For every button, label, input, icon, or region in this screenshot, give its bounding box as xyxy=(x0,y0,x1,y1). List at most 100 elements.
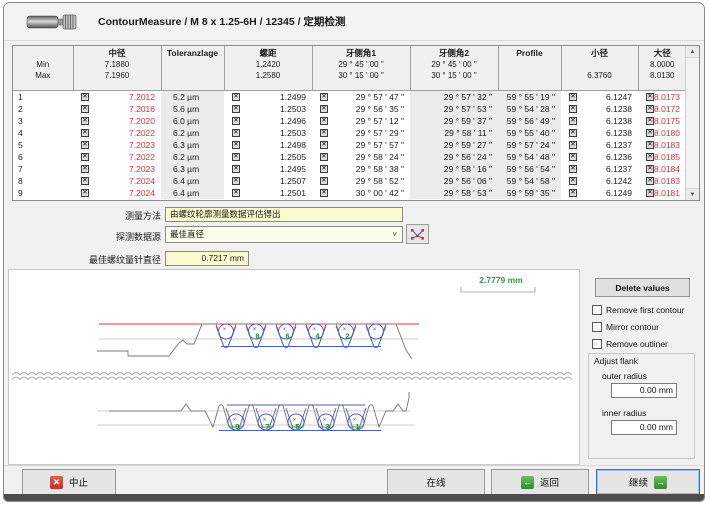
measured-checkbox-icon[interactable]: ✕ xyxy=(232,189,240,197)
scroll-up-icon[interactable]: ▲ xyxy=(686,46,699,58)
measurement-cell: ✕7.2012 xyxy=(73,90,161,103)
measurement-cell: ✕29 ° 57 ' 29 " xyxy=(312,127,410,139)
measurement-table-body: 1✕7.20125.2 µm✕1.2499✕29 ° 57 ' 47 "29 °… xyxy=(13,90,686,199)
measured-checkbox-icon[interactable]: ✕ xyxy=(569,165,577,173)
evaluation-points-button[interactable] xyxy=(406,224,429,244)
table-row[interactable]: 7✕7.20236.3 µm✕1.2495✕29 ° 58 ' 38 "29 °… xyxy=(13,163,686,175)
measured-checkbox-icon[interactable]: ✕ xyxy=(320,189,328,197)
measured-checkbox-icon[interactable]: ✕ xyxy=(646,177,654,185)
measurement-cell: 29 ° 56 ' 06 " xyxy=(410,175,498,187)
source-dropdown[interactable]: 最佳直径 ˅ xyxy=(165,226,403,243)
measured-checkbox-icon[interactable]: ✕ xyxy=(81,129,89,137)
measured-checkbox-icon[interactable]: ✕ xyxy=(81,153,89,161)
contour-plot-area[interactable]: 2.7779 mm ××8×6×4×2××9×7×5×3×1 xyxy=(8,269,580,465)
measured-checkbox-icon[interactable]: ✕ xyxy=(232,177,240,185)
measured-checkbox-icon[interactable]: ✕ xyxy=(232,153,240,161)
measurement-cell: ✕29 ° 58 ' 52 " xyxy=(312,175,410,187)
inner-radius-input[interactable]: 0.00 mm xyxy=(611,420,677,435)
remove-outliner-checkbox[interactable]: Remove outliner xyxy=(592,339,668,349)
row-number: 4 xyxy=(13,127,73,139)
measured-checkbox-icon[interactable]: ✕ xyxy=(646,129,654,137)
continue-button-label: 继续 xyxy=(629,475,648,489)
measurement-cell: ✕29 ° 58 ' 24 " xyxy=(312,151,410,163)
row-number: 1 xyxy=(13,90,73,103)
checkbox-icon[interactable] xyxy=(592,339,602,349)
table-scrollbar[interactable]: ▲ ▼ xyxy=(685,46,699,200)
thread-gauge-icon xyxy=(26,11,78,33)
measured-checkbox-icon[interactable]: ✕ xyxy=(569,141,577,149)
back-button[interactable]: ← 返回 xyxy=(491,469,589,495)
online-button[interactable]: 在线 xyxy=(387,469,485,495)
measured-checkbox-icon[interactable]: ✕ xyxy=(81,105,89,113)
table-row[interactable]: 9✕7.20246.4 µm✕1.2501✕30 ° 00 ' 42 "29 °… xyxy=(13,187,686,199)
measured-checkbox-icon[interactable]: ✕ xyxy=(81,177,89,185)
measured-checkbox-icon[interactable]: ✕ xyxy=(569,105,577,113)
checkbox-icon[interactable] xyxy=(592,305,602,315)
measured-checkbox-icon[interactable]: ✕ xyxy=(320,93,328,101)
measured-checkbox-icon[interactable]: ✕ xyxy=(646,141,654,149)
row-number: 8 xyxy=(13,175,73,187)
measured-checkbox-icon[interactable]: ✕ xyxy=(320,141,328,149)
measurement-cell: ✕7.2023 xyxy=(73,139,161,151)
mirror-contour-checkbox[interactable]: Mirror contour xyxy=(592,322,659,332)
table-row[interactable]: 4✕7.20226.2 µm✕1.2503✕29 ° 57 ' 29 "29 °… xyxy=(13,127,686,139)
measured-checkbox-icon[interactable]: ✕ xyxy=(320,177,328,185)
measured-checkbox-icon[interactable]: ✕ xyxy=(646,105,654,113)
column-header-pitch-diameter: 中径 7.1880 7.1960 xyxy=(73,46,161,90)
window-bottom-edge xyxy=(4,494,704,501)
measured-checkbox-icon[interactable]: ✕ xyxy=(320,165,328,173)
measurement-cell: ✕6.1247 xyxy=(561,90,638,103)
abort-button[interactable]: ✕ 中止 xyxy=(22,469,116,495)
measured-checkbox-icon[interactable]: ✕ xyxy=(81,141,89,149)
measured-checkbox-icon[interactable]: ✕ xyxy=(569,129,577,137)
measured-checkbox-icon[interactable]: ✕ xyxy=(646,153,654,161)
wire-diameter-field[interactable]: 0.7217 mm xyxy=(165,251,249,266)
measurement-cell: 29 ° 57 ' 53 " xyxy=(410,103,498,115)
measured-checkbox-icon[interactable]: ✕ xyxy=(569,153,577,161)
measured-checkbox-icon[interactable]: ✕ xyxy=(569,177,577,185)
measured-checkbox-icon[interactable]: ✕ xyxy=(320,153,328,161)
measured-checkbox-icon[interactable]: ✕ xyxy=(81,117,89,125)
measured-checkbox-icon[interactable]: ✕ xyxy=(646,189,654,197)
table-row[interactable]: 5✕7.20236.3 µm✕1.2498✕29 ° 57 ' 57 "29 °… xyxy=(13,139,686,151)
measured-checkbox-icon[interactable]: ✕ xyxy=(81,93,89,101)
measured-checkbox-icon[interactable]: ✕ xyxy=(81,189,89,197)
measured-checkbox-icon[interactable]: ✕ xyxy=(232,105,240,113)
scroll-down-icon[interactable]: ▼ xyxy=(686,188,699,200)
measured-checkbox-icon[interactable]: ✕ xyxy=(232,141,240,149)
method-field[interactable]: 由螺纹轮廓测量数据评估得出 xyxy=(165,207,403,222)
measured-checkbox-icon[interactable]: ✕ xyxy=(646,165,654,173)
measured-checkbox-icon[interactable]: ✕ xyxy=(569,117,577,125)
measured-checkbox-icon[interactable]: ✕ xyxy=(569,93,577,101)
measurement-cell: ✕6.1242 xyxy=(561,175,638,187)
remove-first-contour-checkbox[interactable]: Remove first contour xyxy=(592,305,684,315)
wave-separator-1 xyxy=(12,373,572,376)
measured-checkbox-icon[interactable]: ✕ xyxy=(232,93,240,101)
table-row[interactable]: 3✕7.20206.0 µm✕1.2496✕29 ° 57 ' 12 "29 °… xyxy=(13,115,686,127)
measured-checkbox-icon[interactable]: ✕ xyxy=(646,117,654,125)
measured-checkbox-icon[interactable]: ✕ xyxy=(232,129,240,137)
continue-button[interactable]: 继续 → xyxy=(596,469,700,495)
measured-checkbox-icon[interactable]: ✕ xyxy=(320,105,328,113)
measurement-cell: ✕29 ° 56 ' 35 " xyxy=(312,103,410,115)
outer-radius-input[interactable]: 0.00 mm xyxy=(611,383,677,398)
table-row[interactable]: 6✕7.20226.2 µm✕1.2505✕29 ° 58 ' 24 "29 °… xyxy=(13,151,686,163)
table-row[interactable]: 8✕7.20246.4 µm✕1.2507✕29 ° 58 ' 52 "29 °… xyxy=(13,175,686,187)
checkbox-icon[interactable] xyxy=(592,322,602,332)
table-header-row: Min Max 中径 7.1880 7.1960 Toleranzlage 螺距… xyxy=(13,46,686,90)
measurement-cell: 59 ° 54 ' 48 " xyxy=(498,151,561,163)
measured-checkbox-icon[interactable]: ✕ xyxy=(232,165,240,173)
measured-checkbox-icon[interactable]: ✕ xyxy=(320,129,328,137)
measurement-cell: ✕1.2507 xyxy=(224,175,312,187)
table-row[interactable]: 2✕7.20165.6 µm✕1.2503✕29 ° 56 ' 35 "29 °… xyxy=(13,103,686,115)
table-row[interactable]: 1✕7.20125.2 µm✕1.2499✕29 ° 57 ' 47 "29 °… xyxy=(13,90,686,103)
delete-values-button[interactable]: Delete values xyxy=(595,278,690,297)
measured-checkbox-icon[interactable]: ✕ xyxy=(320,117,328,125)
measurement-cell: ✕7.2024 xyxy=(73,187,161,199)
measured-checkbox-icon[interactable]: ✕ xyxy=(232,117,240,125)
column-header-flank-angle-1: 牙侧角1 29 ° 45 ' 00 " 30 ° 15 ' 00 " xyxy=(312,46,410,90)
measured-checkbox-icon[interactable]: ✕ xyxy=(646,93,654,101)
measured-checkbox-icon[interactable]: ✕ xyxy=(569,189,577,197)
measured-checkbox-icon[interactable]: ✕ xyxy=(81,165,89,173)
chevron-down-icon[interactable]: ˅ xyxy=(392,227,397,242)
